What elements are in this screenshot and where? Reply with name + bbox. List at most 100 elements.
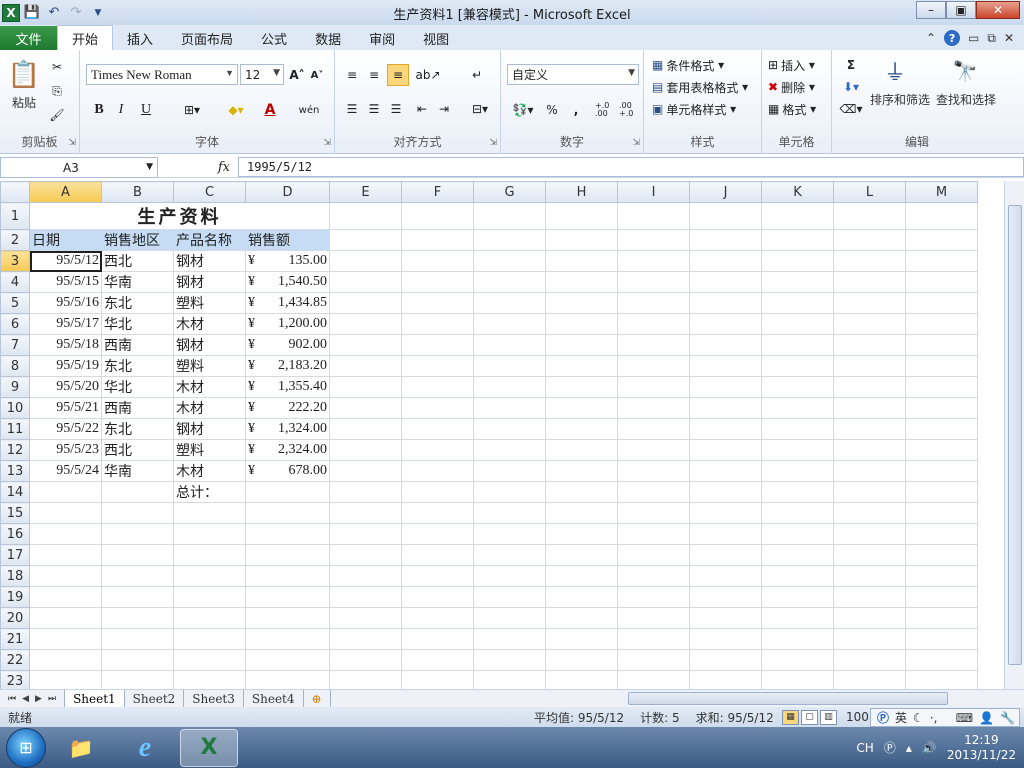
cell-a3[interactable]: 95/5/12 — [29, 250, 102, 272]
column-header-h[interactable]: H — [545, 181, 618, 203]
column-header-g[interactable]: G — [473, 181, 546, 203]
cell-e23[interactable] — [329, 670, 402, 689]
row-header[interactable]: 1 — [0, 202, 30, 230]
cell-g15[interactable] — [473, 502, 546, 524]
cell-d4[interactable]: ¥1,540.50 — [245, 271, 330, 293]
cell-e16[interactable] — [329, 523, 402, 545]
cell-k9[interactable] — [761, 376, 834, 398]
cell-e11[interactable] — [329, 418, 402, 440]
cell-c15[interactable] — [173, 502, 246, 524]
cell-k5[interactable] — [761, 292, 834, 314]
cell-m13[interactable] — [905, 460, 978, 482]
cell-k22[interactable] — [761, 649, 834, 671]
cell-k17[interactable] — [761, 544, 834, 566]
column-header-f[interactable]: F — [401, 181, 474, 203]
cell-l22[interactable] — [833, 649, 906, 671]
cell-m4[interactable] — [905, 271, 978, 293]
cell-h5[interactable] — [545, 292, 618, 314]
comma-icon[interactable]: ·, — [930, 711, 938, 725]
tab-page-layout[interactable]: 页面布局 — [167, 26, 247, 50]
cell-i18[interactable] — [617, 565, 690, 587]
number-launcher-icon[interactable]: ⇲ — [632, 138, 640, 148]
cell-b4[interactable]: 华南 — [101, 271, 174, 293]
phonetic-button[interactable]: wén — [294, 100, 324, 120]
cell-b15[interactable] — [101, 502, 174, 524]
cell-f14[interactable] — [401, 481, 474, 503]
cell-c2[interactable]: 产品名称 — [173, 229, 246, 251]
delete-cells-button[interactable]: ✖ 删除 ▾ — [768, 78, 830, 96]
clock[interactable]: 12:19 2013/11/22 — [947, 733, 1016, 763]
bold-button[interactable]: B — [90, 100, 108, 120]
zoom-level[interactable]: 100 — [846, 710, 869, 724]
cell-f8[interactable] — [401, 355, 474, 377]
cell-c19[interactable] — [173, 586, 246, 608]
cell-f23[interactable] — [401, 670, 474, 689]
wrench-icon[interactable]: 🔧 — [1000, 711, 1015, 725]
cell-k12[interactable] — [761, 439, 834, 461]
cell-d20[interactable] — [245, 607, 330, 629]
align-center-icon[interactable]: ☰ — [365, 100, 383, 118]
cell-j7[interactable] — [689, 334, 762, 356]
cell-b5[interactable]: 东北 — [101, 292, 174, 314]
cell-j23[interactable] — [689, 670, 762, 689]
row-header[interactable]: 4 — [0, 271, 30, 293]
cell-i4[interactable] — [617, 271, 690, 293]
cell-j11[interactable] — [689, 418, 762, 440]
cell-c23[interactable] — [173, 670, 246, 689]
row-header[interactable]: 22 — [0, 649, 30, 671]
start-button[interactable]: ⊞ — [6, 727, 46, 768]
cell-a11[interactable]: 95/5/22 — [29, 418, 102, 440]
align-middle-icon[interactable]: ≡ — [365, 66, 383, 84]
font-launcher-icon[interactable]: ⇲ — [323, 138, 331, 148]
cell-a9[interactable]: 95/5/20 — [29, 376, 102, 398]
cell-f7[interactable] — [401, 334, 474, 356]
cell-c17[interactable] — [173, 544, 246, 566]
row-header[interactable]: 2 — [0, 229, 30, 251]
cell-d6[interactable]: ¥1,200.00 — [245, 313, 330, 335]
cell-j12[interactable] — [689, 439, 762, 461]
cell-l18[interactable] — [833, 565, 906, 587]
cell-g10[interactable] — [473, 397, 546, 419]
cell-f6[interactable] — [401, 313, 474, 335]
cell-c5[interactable]: 塑料 — [173, 292, 246, 314]
cell-e1[interactable] — [329, 202, 402, 230]
cell-e8[interactable] — [329, 355, 402, 377]
sheet-tab-sheet4[interactable]: Sheet4 — [244, 690, 304, 707]
align-right-icon[interactable]: ☰ — [387, 100, 405, 118]
redo-icon[interactable]: ↷ — [66, 3, 86, 23]
cell-i5[interactable] — [617, 292, 690, 314]
cell-j3[interactable] — [689, 250, 762, 272]
cell-b7[interactable]: 西南 — [101, 334, 174, 356]
name-box[interactable]: A3 ▼ — [0, 157, 158, 178]
align-top-icon[interactable]: ≡ — [343, 66, 361, 84]
cell-h13[interactable] — [545, 460, 618, 482]
cell-g7[interactable] — [473, 334, 546, 356]
cell-d8[interactable]: ¥2,183.20 — [245, 355, 330, 377]
cell-l8[interactable] — [833, 355, 906, 377]
cell-e9[interactable] — [329, 376, 402, 398]
cell-g8[interactable] — [473, 355, 546, 377]
cell-b8[interactable]: 东北 — [101, 355, 174, 377]
cell-f2[interactable] — [401, 229, 474, 251]
cell-l2[interactable] — [833, 229, 906, 251]
cell-i13[interactable] — [617, 460, 690, 482]
cell-e17[interactable] — [329, 544, 402, 566]
insert-sheet-icon[interactable]: ⊕ — [304, 690, 331, 707]
prev-sheet-icon[interactable]: ◀ — [22, 694, 29, 704]
cell-h22[interactable] — [545, 649, 618, 671]
format-as-table-button[interactable]: ▤ 套用表格格式 ▾ — [652, 78, 762, 96]
cell-e15[interactable] — [329, 502, 402, 524]
cell-m2[interactable] — [905, 229, 978, 251]
cell-l7[interactable] — [833, 334, 906, 356]
cell-l15[interactable] — [833, 502, 906, 524]
font-color-button[interactable]: A — [256, 100, 284, 120]
cell-e6[interactable] — [329, 313, 402, 335]
cell-i17[interactable] — [617, 544, 690, 566]
column-header-e[interactable]: E — [329, 181, 402, 203]
cut-icon[interactable]: ✂ — [48, 58, 66, 76]
cell-styles-button[interactable]: ▣ 单元格样式 ▾ — [652, 100, 760, 118]
cell-h2[interactable] — [545, 229, 618, 251]
cell-d10[interactable]: ¥222.20 — [245, 397, 330, 419]
cell-g21[interactable] — [473, 628, 546, 650]
cell-m9[interactable] — [905, 376, 978, 398]
